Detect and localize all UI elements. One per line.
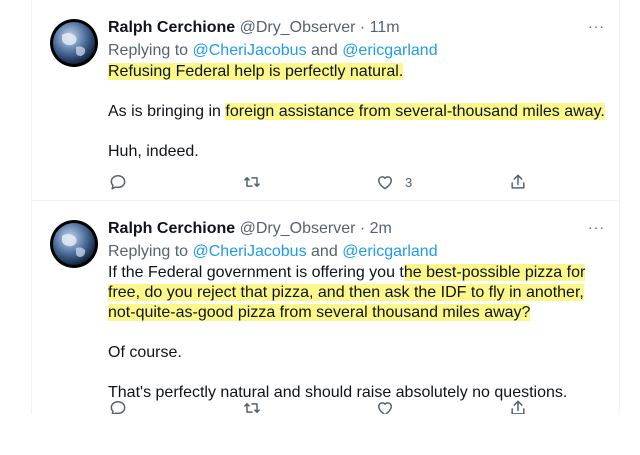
- replying-label: Replying to: [108, 42, 189, 59]
- tweet[interactable]: Ralph Cerchione @Dry_Observer · 11m ··· …: [32, 0, 619, 201]
- mention-link[interactable]: @CheriJacobus: [193, 243, 307, 260]
- share-button[interactable]: [508, 397, 528, 414]
- replying-label: Replying to: [108, 243, 189, 260]
- replying-to: Replying to @CheriJacobus and @ericgarla…: [108, 40, 438, 62]
- separator: ·: [359, 220, 366, 237]
- tweet-text: Refusing Federal help is perfectly natur…: [108, 62, 608, 162]
- tweet-header: Ralph Cerchione @Dry_Observer · 2m: [108, 218, 392, 240]
- retweet-icon: [244, 403, 260, 413]
- text-segment: As is bringing in: [108, 103, 226, 120]
- reply-icon: [110, 401, 126, 414]
- tweet-text: If the Federal government is offering yo…: [108, 263, 608, 403]
- replying-to: Replying to @CheriJacobus and @ericgarla…: [108, 241, 438, 263]
- mention-link[interactable]: @ericgarland: [342, 42, 437, 59]
- mention-link[interactable]: @ericgarland: [342, 243, 437, 260]
- avatar[interactable]: [50, 220, 98, 268]
- mention-link[interactable]: @CheriJacobus: [193, 42, 307, 59]
- like-count: 3: [405, 174, 413, 190]
- like-button[interactable]: [375, 397, 395, 414]
- avatar[interactable]: [50, 19, 98, 67]
- retweet-button[interactable]: [242, 397, 262, 414]
- more-options-icon[interactable]: ···: [588, 18, 605, 34]
- and-label: and: [311, 42, 338, 59]
- like-icon: [378, 402, 392, 414]
- tweet-header: Ralph Cerchione @Dry_Observer · 11m: [108, 17, 400, 39]
- timestamp[interactable]: 2m: [370, 220, 392, 237]
- share-button[interactable]: [508, 171, 528, 193]
- and-label: and: [311, 243, 338, 260]
- text-paragraph: Of course.: [108, 344, 182, 361]
- timeline: Ralph Cerchione @Dry_Observer · 11m ··· …: [31, 0, 620, 414]
- author-handle[interactable]: @Dry_Observer: [240, 220, 356, 237]
- globe-avatar-icon: [50, 19, 98, 67]
- highlighted-text: Refusing Federal help is perfectly natur…: [108, 63, 404, 80]
- text-segment: If the Federal government is offering yo…: [108, 264, 404, 281]
- retweet-icon: [244, 177, 260, 187]
- reply-button[interactable]: [108, 171, 128, 193]
- tweet[interactable]: Ralph Cerchione @Dry_Observer · 2m ··· R…: [32, 201, 619, 414]
- timestamp[interactable]: 11m: [370, 19, 400, 36]
- share-icon: [511, 400, 525, 414]
- author-handle[interactable]: @Dry_Observer: [240, 19, 356, 36]
- highlighted-text: foreign assistance from several-thousand…: [225, 103, 605, 120]
- text-paragraph: Huh, indeed.: [108, 143, 199, 160]
- action-bar: 3: [108, 171, 528, 195]
- retweet-button[interactable]: [242, 171, 262, 193]
- like-button[interactable]: 3: [375, 171, 412, 193]
- globe-avatar-icon: [50, 220, 98, 268]
- share-icon: [511, 174, 525, 189]
- more-options-icon[interactable]: ···: [588, 219, 605, 235]
- author-name[interactable]: Ralph Cerchione: [108, 19, 235, 36]
- author-name[interactable]: Ralph Cerchione: [108, 220, 235, 237]
- separator: ·: [359, 19, 366, 36]
- action-bar: [108, 397, 528, 414]
- like-icon: [378, 176, 392, 190]
- reply-icon: [110, 175, 126, 190]
- reply-button[interactable]: [108, 397, 128, 414]
